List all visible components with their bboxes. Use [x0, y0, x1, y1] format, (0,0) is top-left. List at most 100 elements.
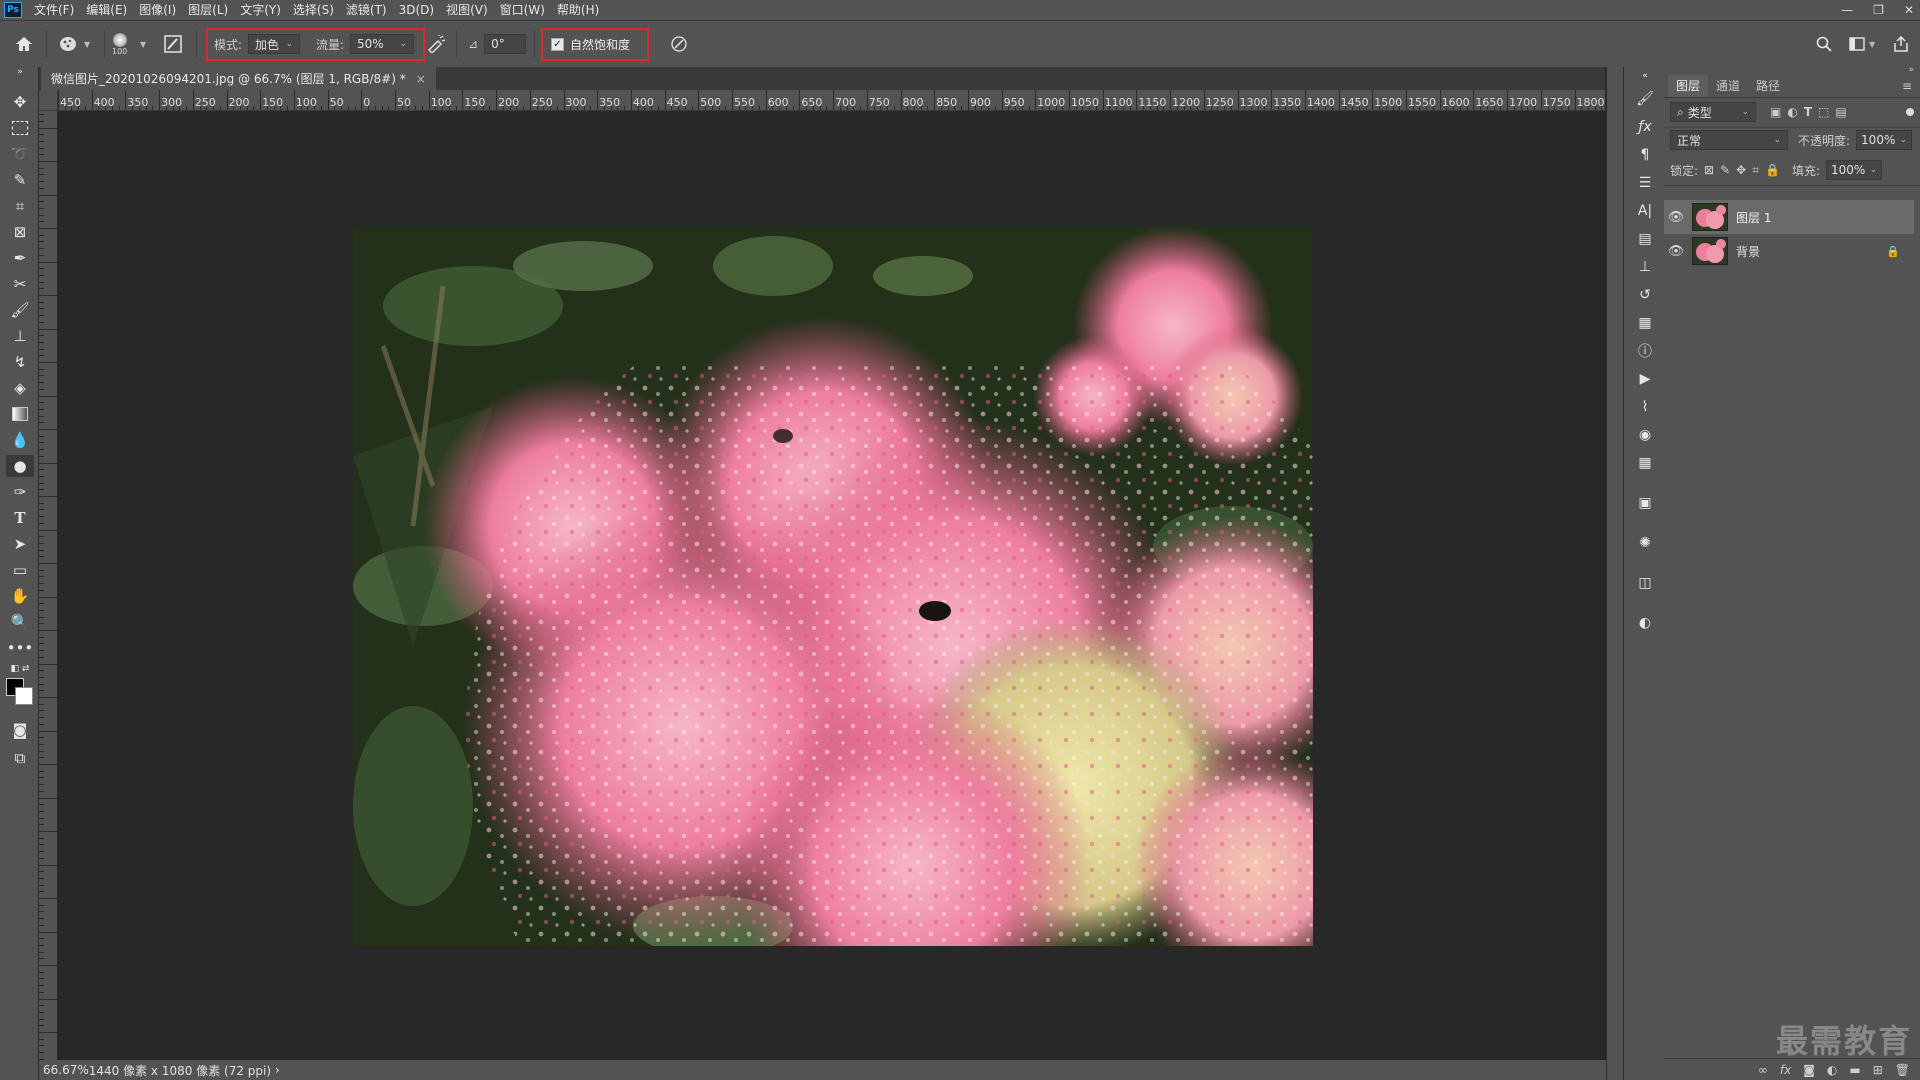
tab-paths[interactable]: 路径 [1748, 75, 1788, 97]
gradient-tool-icon[interactable] [6, 403, 34, 425]
menu-type[interactable]: 文字(Y) [234, 0, 287, 20]
brush-settings-button[interactable] [164, 21, 182, 67]
blur-tool-icon[interactable]: 💧 [6, 429, 34, 451]
status-menu-arrow-icon[interactable]: › [275, 1063, 280, 1077]
menu-image[interactable]: 图像(I) [133, 0, 182, 20]
vertical-ruler[interactable] [39, 90, 58, 1060]
filter-pixel-icon[interactable]: ▣ [1770, 105, 1781, 119]
menu-select[interactable]: 选择(S) [287, 0, 340, 20]
history-brush-tool-icon[interactable]: ↯ [6, 351, 34, 373]
brush-settings-panel-icon[interactable]: ⌇ [1634, 397, 1656, 417]
collapse-panel-icon[interactable]: » [6, 67, 34, 77]
swatches-panel-icon[interactable]: ▦ [1634, 453, 1656, 473]
actions-panel-icon[interactable]: ▶ [1634, 369, 1656, 389]
path-selection-tool-icon[interactable]: ➤ [6, 533, 34, 555]
eraser-tool-icon[interactable]: ◈ [6, 377, 34, 399]
filter-smart-object-icon[interactable]: ▤ [1835, 105, 1846, 119]
screen-mode-icon[interactable]: ⧉ [6, 747, 34, 769]
menu-layer[interactable]: 图层(L) [182, 0, 234, 20]
visibility-eye-icon[interactable]: 👁 [1664, 210, 1688, 225]
glyphs-panel-icon[interactable]: ▦ [1634, 313, 1656, 333]
move-tool-icon[interactable]: ✥ [6, 91, 34, 113]
canvas-area[interactable] [57, 111, 1605, 1060]
add-mask-icon[interactable]: ◙ [1803, 1063, 1815, 1077]
menu-window[interactable]: 窗口(W) [494, 0, 551, 20]
collapse-panel-icon[interactable]: « [1634, 71, 1656, 81]
fill-input[interactable]: 100% ⌄ [1826, 160, 1882, 180]
new-group-icon[interactable]: ▬ [1849, 1063, 1860, 1077]
history-panel-icon[interactable]: ↺ [1634, 285, 1656, 305]
filter-type-icon[interactable]: T [1804, 105, 1812, 119]
lock-image-icon[interactable]: ✎ [1720, 163, 1730, 177]
share-button[interactable] [1893, 21, 1909, 67]
lock-artboard-icon[interactable]: ⌗ [1752, 163, 1759, 178]
eyedropper-tool-icon[interactable]: ✒ [6, 247, 34, 269]
default-colors-icon[interactable]: ◧ ⇄ [6, 663, 34, 675]
character-panel-icon[interactable]: A| [1634, 201, 1656, 221]
tab-channels[interactable]: 通道 [1708, 75, 1748, 97]
crop-tool-icon[interactable]: ⌗ [6, 195, 34, 217]
layer-row[interactable]: 👁 背景 🔒 [1664, 234, 1914, 268]
collapse-panel-icon[interactable]: » [1908, 65, 1914, 75]
panel-menu-icon[interactable]: ≡ [1902, 79, 1912, 93]
close-tab-icon[interactable]: × [416, 72, 426, 86]
filter-toggle-icon[interactable] [1906, 108, 1914, 116]
home-button[interactable] [14, 21, 34, 67]
brush-preset-picker[interactable]: 100 [112, 21, 127, 67]
pressure-button[interactable] [670, 21, 688, 67]
info-panel-icon[interactable]: ⓘ [1634, 341, 1656, 361]
canvas-image[interactable] [353, 226, 1313, 946]
brush-tool-icon[interactable]: 🖌 [6, 299, 34, 321]
flow-input[interactable]: 50% ⌄ [350, 34, 414, 54]
paragraph-panel-icon[interactable]: ¶ [1634, 145, 1656, 165]
rectangle-tool-icon[interactable]: ▭ [6, 559, 34, 581]
new-layer-icon[interactable]: ⊞ [1873, 1063, 1883, 1077]
learn-panel-icon[interactable]: ✺ [1634, 533, 1656, 553]
menu-view[interactable]: 视图(V) [440, 0, 494, 20]
quick-mask-icon[interactable]: ◙ [6, 719, 34, 741]
menu-3d[interactable]: 3D(D) [393, 0, 440, 20]
menu-edit[interactable]: 编辑(E) [80, 0, 133, 20]
tool-preset-picker[interactable]: ▼ [58, 21, 90, 67]
adjustments-panel-icon[interactable]: ☰ [1634, 173, 1656, 193]
layer-filter-select[interactable]: ⌕ 类型 ⌄ [1670, 102, 1756, 122]
lock-position-icon[interactable]: ✥ [1736, 163, 1746, 177]
type-tool-icon[interactable]: T [6, 507, 34, 529]
minimize-button[interactable]: — [1841, 3, 1853, 17]
delete-layer-icon[interactable]: 🗑 [1895, 1063, 1910, 1077]
color-panel-icon[interactable]: ◐ [1634, 613, 1656, 633]
healing-brush-tool-icon[interactable]: ✂ [6, 273, 34, 295]
filter-adjustment-icon[interactable]: ◐ [1787, 105, 1797, 119]
menu-help[interactable]: 帮助(H) [551, 0, 605, 20]
vibrance-checkbox[interactable]: ✓ 自然饱和度 [551, 21, 630, 67]
zoom-level[interactable]: 66.67% [43, 1063, 89, 1077]
close-button[interactable]: ✕ [1904, 3, 1914, 17]
opacity-input[interactable]: 100% ⌄ [1856, 130, 1913, 150]
frame-tool-icon[interactable]: ⊠ [6, 221, 34, 243]
libraries-panel-icon[interactable]: ◫ [1634, 573, 1656, 593]
blend-mode-select[interactable]: 正常 ⌄ [1670, 130, 1788, 150]
chevron-down-icon[interactable]: ▼ [140, 40, 146, 49]
mode-select[interactable]: 加色 ⌄ [248, 34, 300, 54]
link-layers-icon[interactable]: ∞ [1758, 1063, 1768, 1077]
menu-file[interactable]: 文件(F) [28, 0, 80, 20]
properties-panel-icon[interactable]: ▤ [1634, 229, 1656, 249]
filter-shape-icon[interactable]: ⬚ [1818, 105, 1829, 119]
search-button[interactable] [1816, 21, 1832, 67]
marquee-tool-icon[interactable] [6, 117, 34, 139]
workspace-button[interactable]: ▼ [1849, 21, 1875, 67]
restore-button[interactable]: ❐ [1873, 3, 1884, 17]
clone-source-panel-icon[interactable]: ⊥ [1634, 257, 1656, 277]
tab-layers[interactable]: 图层 [1668, 75, 1709, 97]
lock-transparent-icon[interactable]: ⊠ [1704, 163, 1714, 177]
styles-panel-icon[interactable]: ƒx [1634, 117, 1656, 137]
history-brush-panel-icon[interactable]: 🖌 [1634, 89, 1656, 109]
ruler-origin[interactable] [39, 90, 58, 111]
lasso-tool-icon[interactable]: ➰ [6, 143, 34, 165]
background-color-swatch[interactable] [15, 687, 33, 705]
3d-panel-icon[interactable]: ◉ [1634, 425, 1656, 445]
pen-tool-icon[interactable]: ✑ [6, 481, 34, 503]
clone-stamp-tool-icon[interactable]: ⊥ [6, 325, 34, 347]
new-adjustment-layer-icon[interactable]: ◐ [1827, 1063, 1837, 1077]
visibility-eye-icon[interactable]: 👁 [1664, 244, 1688, 259]
